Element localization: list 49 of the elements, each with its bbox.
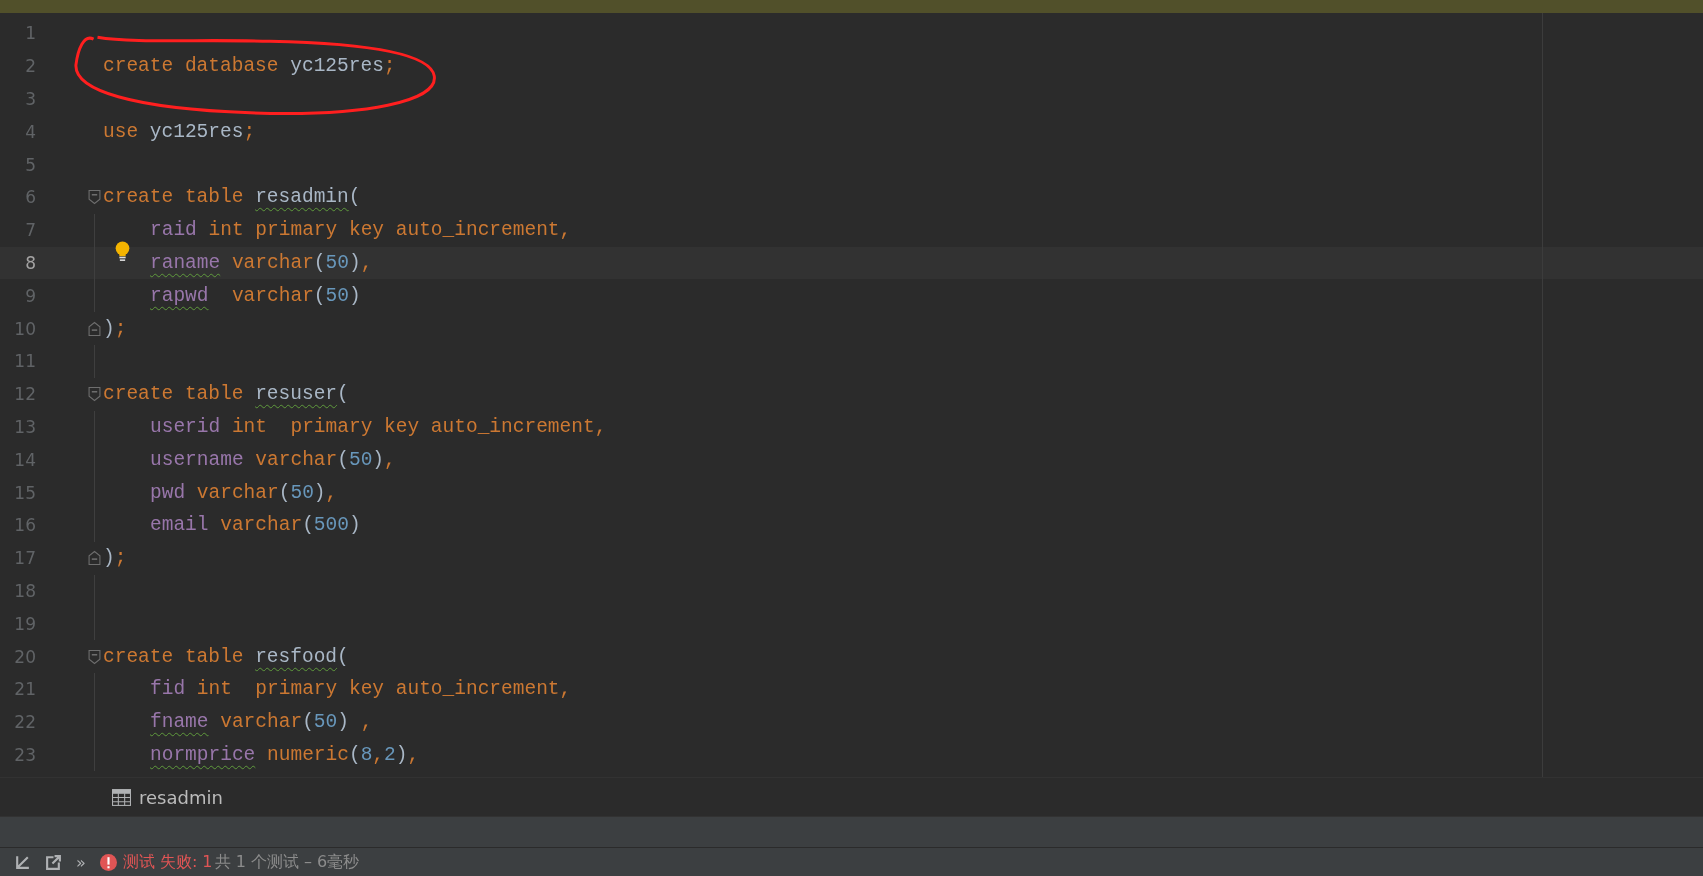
line-number: 9 bbox=[24, 285, 36, 306]
code-line: rapwd varchar(50) bbox=[149, 284, 361, 307]
line-number: 5 bbox=[24, 154, 36, 175]
line-number: 11 bbox=[13, 351, 36, 372]
line-number: 14 bbox=[13, 449, 36, 470]
line-number: 2 bbox=[24, 56, 36, 77]
code-line: pwd varchar(50), bbox=[149, 481, 338, 504]
test-summary: 共 1 个测试 – 6毫秒 bbox=[214, 851, 360, 873]
line-number: 8 bbox=[24, 252, 36, 273]
collapse-icon[interactable] bbox=[14, 853, 31, 871]
code-line: use yc125res; bbox=[103, 120, 256, 143]
code-line: username varchar(50), bbox=[149, 448, 396, 471]
code-line: raid int primary key auto_increment, bbox=[149, 219, 572, 242]
line-number: 21 bbox=[13, 679, 36, 700]
line-number: 16 bbox=[13, 515, 36, 536]
line-number: 19 bbox=[13, 613, 36, 634]
line-number: 20 bbox=[13, 646, 36, 667]
more-button[interactable]: » bbox=[76, 852, 86, 872]
code-line: create table resadmin( bbox=[103, 186, 361, 209]
lightbulb-icon[interactable] bbox=[115, 240, 130, 262]
code-line: email varchar(500) bbox=[149, 514, 361, 537]
line-number: 22 bbox=[13, 712, 36, 733]
breadcrumb-item[interactable]: resadmin bbox=[108, 784, 227, 810]
line-number: 4 bbox=[24, 121, 36, 142]
line-number: 13 bbox=[13, 416, 36, 437]
line-number: 18 bbox=[13, 580, 36, 601]
code-line: create table resuser( bbox=[103, 383, 349, 406]
line-number: 17 bbox=[13, 548, 36, 569]
export-icon[interactable] bbox=[45, 853, 62, 871]
code-line: ); bbox=[103, 317, 127, 340]
code-line: fid int primary key auto_increment, bbox=[149, 678, 572, 701]
line-number: 15 bbox=[13, 482, 36, 503]
code-line: userid int primary key auto_increment, bbox=[149, 415, 607, 438]
code-line: fname varchar(50) , bbox=[149, 711, 373, 734]
code-line: create database yc125res; bbox=[103, 55, 396, 78]
line-number: 6 bbox=[24, 187, 36, 208]
line-number: 10 bbox=[13, 318, 36, 339]
code-line: normprice numeric(8,2), bbox=[149, 743, 420, 766]
table-icon bbox=[112, 788, 131, 806]
code-line: raname varchar(50), bbox=[149, 251, 373, 274]
line-number: 3 bbox=[24, 89, 36, 109]
code-line: ); bbox=[103, 547, 127, 570]
line-number: 12 bbox=[13, 384, 36, 405]
line-number: 7 bbox=[24, 220, 36, 241]
line-number: 23 bbox=[13, 744, 36, 765]
code-line: create table resfood( bbox=[103, 645, 349, 668]
line-number: 1 bbox=[24, 23, 36, 44]
test-failed-label: 测试 失败: 1 bbox=[122, 851, 213, 873]
error-icon bbox=[99, 853, 117, 871]
